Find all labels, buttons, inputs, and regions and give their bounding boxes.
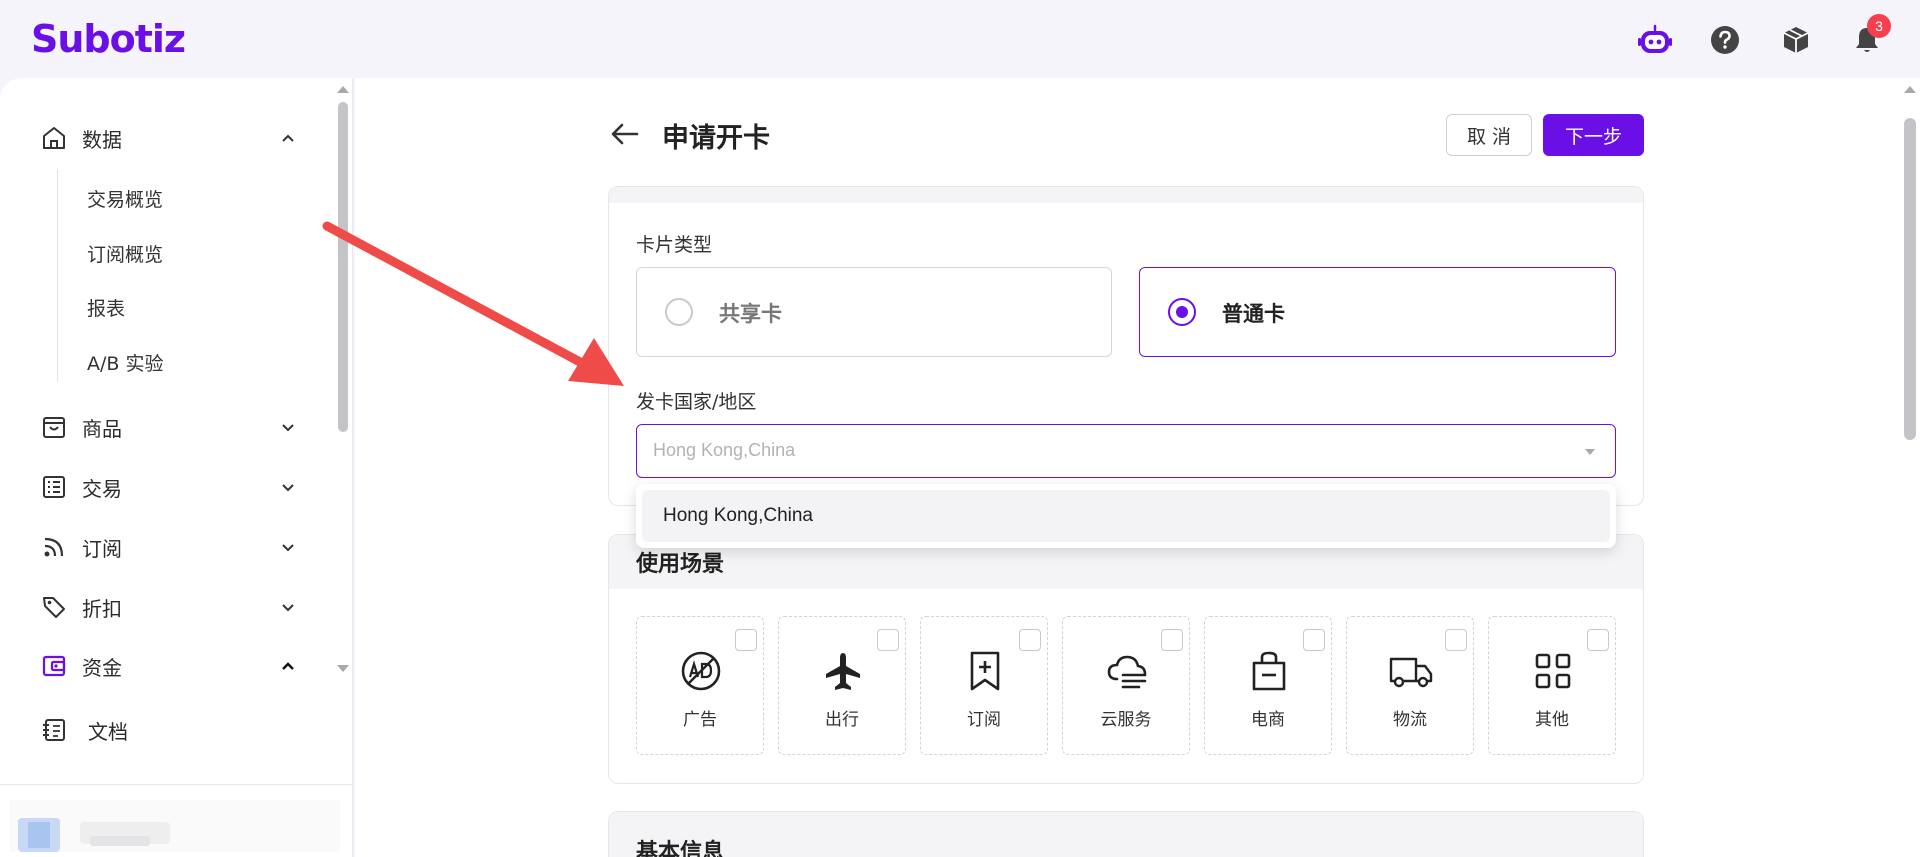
sidebar-item-label: 数据 — [82, 127, 122, 152]
scene-checkbox[interactable] — [1161, 629, 1183, 651]
scene-tile-ecommerce[interactable]: 电商 — [1204, 616, 1332, 755]
cancel-button[interactable]: 取 消 — [1446, 114, 1532, 156]
scene-checkbox[interactable] — [877, 629, 899, 651]
sidebar-item-label: 订阅 — [82, 536, 122, 561]
document-icon — [40, 716, 68, 744]
sidebar-scrollbar-thumb[interactable] — [338, 102, 348, 432]
card-type-label: 卡片类型 — [636, 234, 713, 256]
bookmark-plus-icon — [970, 651, 1000, 691]
chevron-down-icon — [282, 484, 294, 492]
sidebar-item-subscriptions[interactable]: 订阅 — [40, 527, 300, 567]
back-arrow-icon[interactable] — [609, 118, 641, 150]
ad-icon — [681, 651, 721, 691]
sidebar-item-label: 资金 — [82, 655, 122, 680]
country-select[interactable]: Hong Kong,China — [636, 424, 1616, 478]
help-icon[interactable] — [1705, 20, 1745, 60]
scene-label: 订阅 — [967, 710, 1001, 730]
sidebar-item-label: 交易 — [82, 476, 122, 501]
sidebar-item-discounts[interactable]: 折扣 — [40, 587, 300, 627]
wallet-icon — [40, 652, 68, 680]
chevron-down-icon — [282, 424, 294, 432]
user-profile-blurred[interactable] — [10, 800, 340, 852]
box-icon[interactable] — [1776, 20, 1816, 60]
basic-info-section: 基本信息 — [608, 811, 1644, 857]
sidebar-subitem-reports[interactable]: 报表 — [87, 291, 125, 327]
chevron-down-icon — [282, 604, 294, 612]
home-icon — [40, 124, 68, 152]
scene-label: 其他 — [1535, 710, 1569, 730]
chevron-up-icon — [282, 134, 294, 142]
truck-icon — [1389, 657, 1433, 688]
store-icon — [40, 413, 68, 441]
scene-label: 云服务 — [1100, 710, 1152, 730]
chevron-down-icon — [282, 544, 294, 552]
scene-tile-cloud[interactable]: 云服务 — [1062, 616, 1190, 755]
tag-icon — [40, 593, 68, 621]
sidebar-item-data[interactable]: 数据 — [40, 118, 300, 158]
scene-tile-other[interactable]: 其他 — [1488, 616, 1616, 755]
next-step-button[interactable]: 下一步 — [1543, 114, 1644, 156]
rss-icon — [40, 533, 68, 561]
scene-checkbox[interactable] — [1303, 629, 1325, 651]
scene-tile-subscription[interactable]: 订阅 — [920, 616, 1048, 755]
list-icon — [40, 473, 68, 501]
shopping-bag-icon — [1252, 651, 1286, 691]
scene-tile-ad[interactable]: 广告 — [636, 616, 764, 755]
bell-icon[interactable]: 3 — [1847, 14, 1891, 60]
country-label: 发卡国家/地区 — [636, 391, 757, 413]
sidebar-item-label: 折扣 — [82, 596, 122, 621]
cloud-icon — [1107, 655, 1147, 689]
sidebar-item-products[interactable]: 商品 — [40, 407, 300, 447]
country-option[interactable]: Hong Kong,China — [642, 490, 1610, 542]
page-title: 申请开卡 — [662, 123, 770, 154]
sidebar-divider — [0, 784, 353, 785]
card-type-option-normal[interactable]: 普通卡 — [1139, 267, 1616, 357]
main-scrollbar[interactable] — [1900, 78, 1920, 857]
scene-label: 出行 — [825, 710, 859, 730]
radio-button[interactable] — [665, 298, 693, 326]
assistant-bot-icon[interactable] — [1635, 20, 1675, 60]
sidebar-subitem-ab-test[interactable]: A/B 实验 — [87, 346, 163, 382]
airplane-icon — [826, 653, 860, 690]
sidebar-item-label: 文档 — [88, 719, 128, 744]
main-scrollbar-thumb[interactable] — [1904, 118, 1916, 440]
scene-label: 广告 — [683, 710, 717, 730]
scene-checkbox[interactable] — [1445, 629, 1467, 651]
scene-tile-logistics[interactable]: 物流 — [1346, 616, 1474, 755]
radio-button[interactable] — [1168, 298, 1196, 326]
app-logo[interactable]: Subotiz — [31, 17, 186, 61]
sidebar-item-funds[interactable]: 资金 — [40, 646, 300, 686]
radio-label: 普通卡 — [1222, 302, 1285, 326]
grid-icon — [1535, 653, 1571, 689]
scene-label: 物流 — [1393, 710, 1427, 730]
scene-checkbox[interactable] — [1587, 629, 1609, 651]
notification-badge: 3 — [1867, 14, 1891, 38]
sidebar-item-transactions[interactable]: 交易 — [40, 467, 300, 507]
submenu-divider — [57, 169, 58, 382]
radio-label: 共享卡 — [719, 302, 782, 326]
scene-checkbox[interactable] — [735, 629, 757, 651]
scene-tile-travel[interactable]: 出行 — [778, 616, 906, 755]
basic-info-title: 基本信息 — [609, 812, 1643, 857]
scene-checkbox[interactable] — [1019, 629, 1041, 651]
country-select-value: Hong Kong,China — [653, 440, 796, 460]
sidebar-subitem-transaction-overview[interactable]: 交易概览 — [87, 182, 163, 218]
sidebar-subitem-subscription-overview[interactable]: 订阅概览 — [87, 237, 163, 273]
card-type-option-shared[interactable]: 共享卡 — [636, 267, 1112, 357]
sidebar-item-docs[interactable]: 文档 — [40, 710, 300, 750]
sidebar-item-label: 商品 — [82, 416, 122, 441]
chevron-up-icon — [282, 662, 294, 670]
top-bar: Subotiz 3 — [0, 0, 1920, 78]
sidebar-scrollbar[interactable] — [334, 80, 352, 678]
country-dropdown: Hong Kong,China — [636, 484, 1616, 548]
scene-label: 电商 — [1251, 710, 1285, 730]
caret-down-icon — [1585, 449, 1595, 455]
